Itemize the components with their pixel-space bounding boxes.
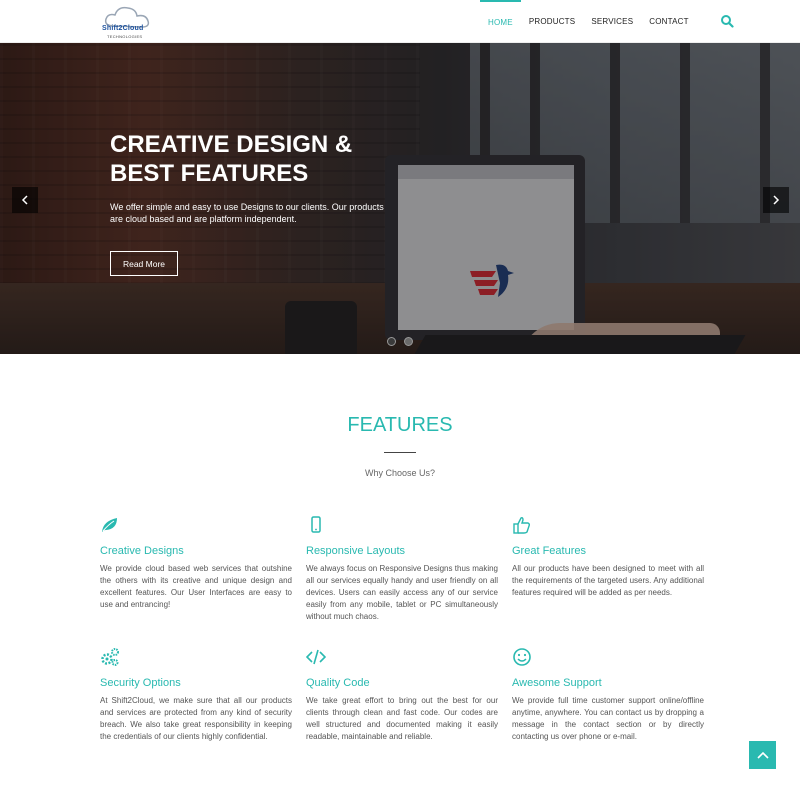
feature-text: At Shift2Cloud, we make sure that all ou… [100,696,292,741]
feature-awesome-support: Awesome Support We provide full time cus… [512,647,704,743]
mobile-icon [311,516,321,533]
nav-home[interactable]: HOME [480,0,521,43]
feature-title: Creative Designs [100,545,184,557]
top-navbar: Shift2Cloud TECHNOLOGIES HOME PRODUCTS S… [0,0,800,43]
nav-contact[interactable]: CONTACT [641,0,696,43]
feature-title: Quality Code [306,677,370,689]
chevron-up-icon [756,751,769,759]
slider-indicators [387,337,413,346]
chevron-left-icon [21,195,28,205]
feature-quality-code: Quality Code We take great effort to bri… [305,647,498,743]
feature-responsive-layouts: Responsive Layouts We always focus on Re… [306,515,498,623]
chevron-right-icon [773,195,780,205]
feature-security-options: Security Options At Shift2Cloud, we make… [100,647,292,743]
feature-title: Awesome Support [512,677,602,689]
feature-creative-designs: Creative Designs We provide cloud based … [100,515,292,611]
hero-description: We offer simple and easy to use Designs … [110,202,384,224]
gears-icon [101,648,119,666]
read-more-button[interactable]: Read More [110,251,178,276]
code-icon [305,649,327,665]
slider-dot-1[interactable] [387,337,396,346]
hero-slider: CREATIVE DESIGN & BEST FEATURES We offer… [0,43,800,354]
logo-subtext: TECHNOLOGIES [107,34,143,39]
feature-text: We always focus on Responsive Designs th… [306,564,498,621]
hero-title-line1: CREATIVE DESIGN & [110,131,353,158]
main-menu: HOME PRODUCTS SERVICES CONTACT [480,0,697,43]
logo[interactable]: Shift2Cloud TECHNOLOGIES [100,4,160,40]
feature-text: We take great effort to bring out the be… [306,696,498,741]
smile-icon [513,648,531,666]
feature-title: Great Features [512,545,586,557]
nav-products[interactable]: PRODUCTS [521,0,584,43]
feature-title: Security Options [100,677,181,689]
hero-title: CREATIVE DESIGN & BEST FEATURES [110,130,410,188]
feature-text: All our products have been designed to m… [512,564,704,597]
features-subtitle: Why Choose Us? [364,468,436,478]
logo-text: Shift2Cloud [102,25,144,32]
features-heading: FEATURES [347,414,453,436]
hero-title-line2: BEST FEATURES [110,160,309,187]
slider-next-button[interactable] [763,187,789,213]
leaf-icon [102,518,117,532]
search-icon[interactable] [720,14,734,28]
nav-services[interactable]: SERVICES [583,0,641,43]
thumbs-up-icon [513,517,531,534]
feature-great-features: Great Features All our products have bee… [512,515,704,599]
scroll-to-top-button[interactable] [749,741,776,769]
feature-text: We provide full time customer support on… [512,696,704,741]
slider-prev-button[interactable] [12,187,38,213]
features-divider [384,452,416,453]
feature-title: Responsive Layouts [306,545,406,557]
feature-text: We provide cloud based web services that… [100,564,292,609]
slider-dot-2[interactable] [404,337,413,346]
